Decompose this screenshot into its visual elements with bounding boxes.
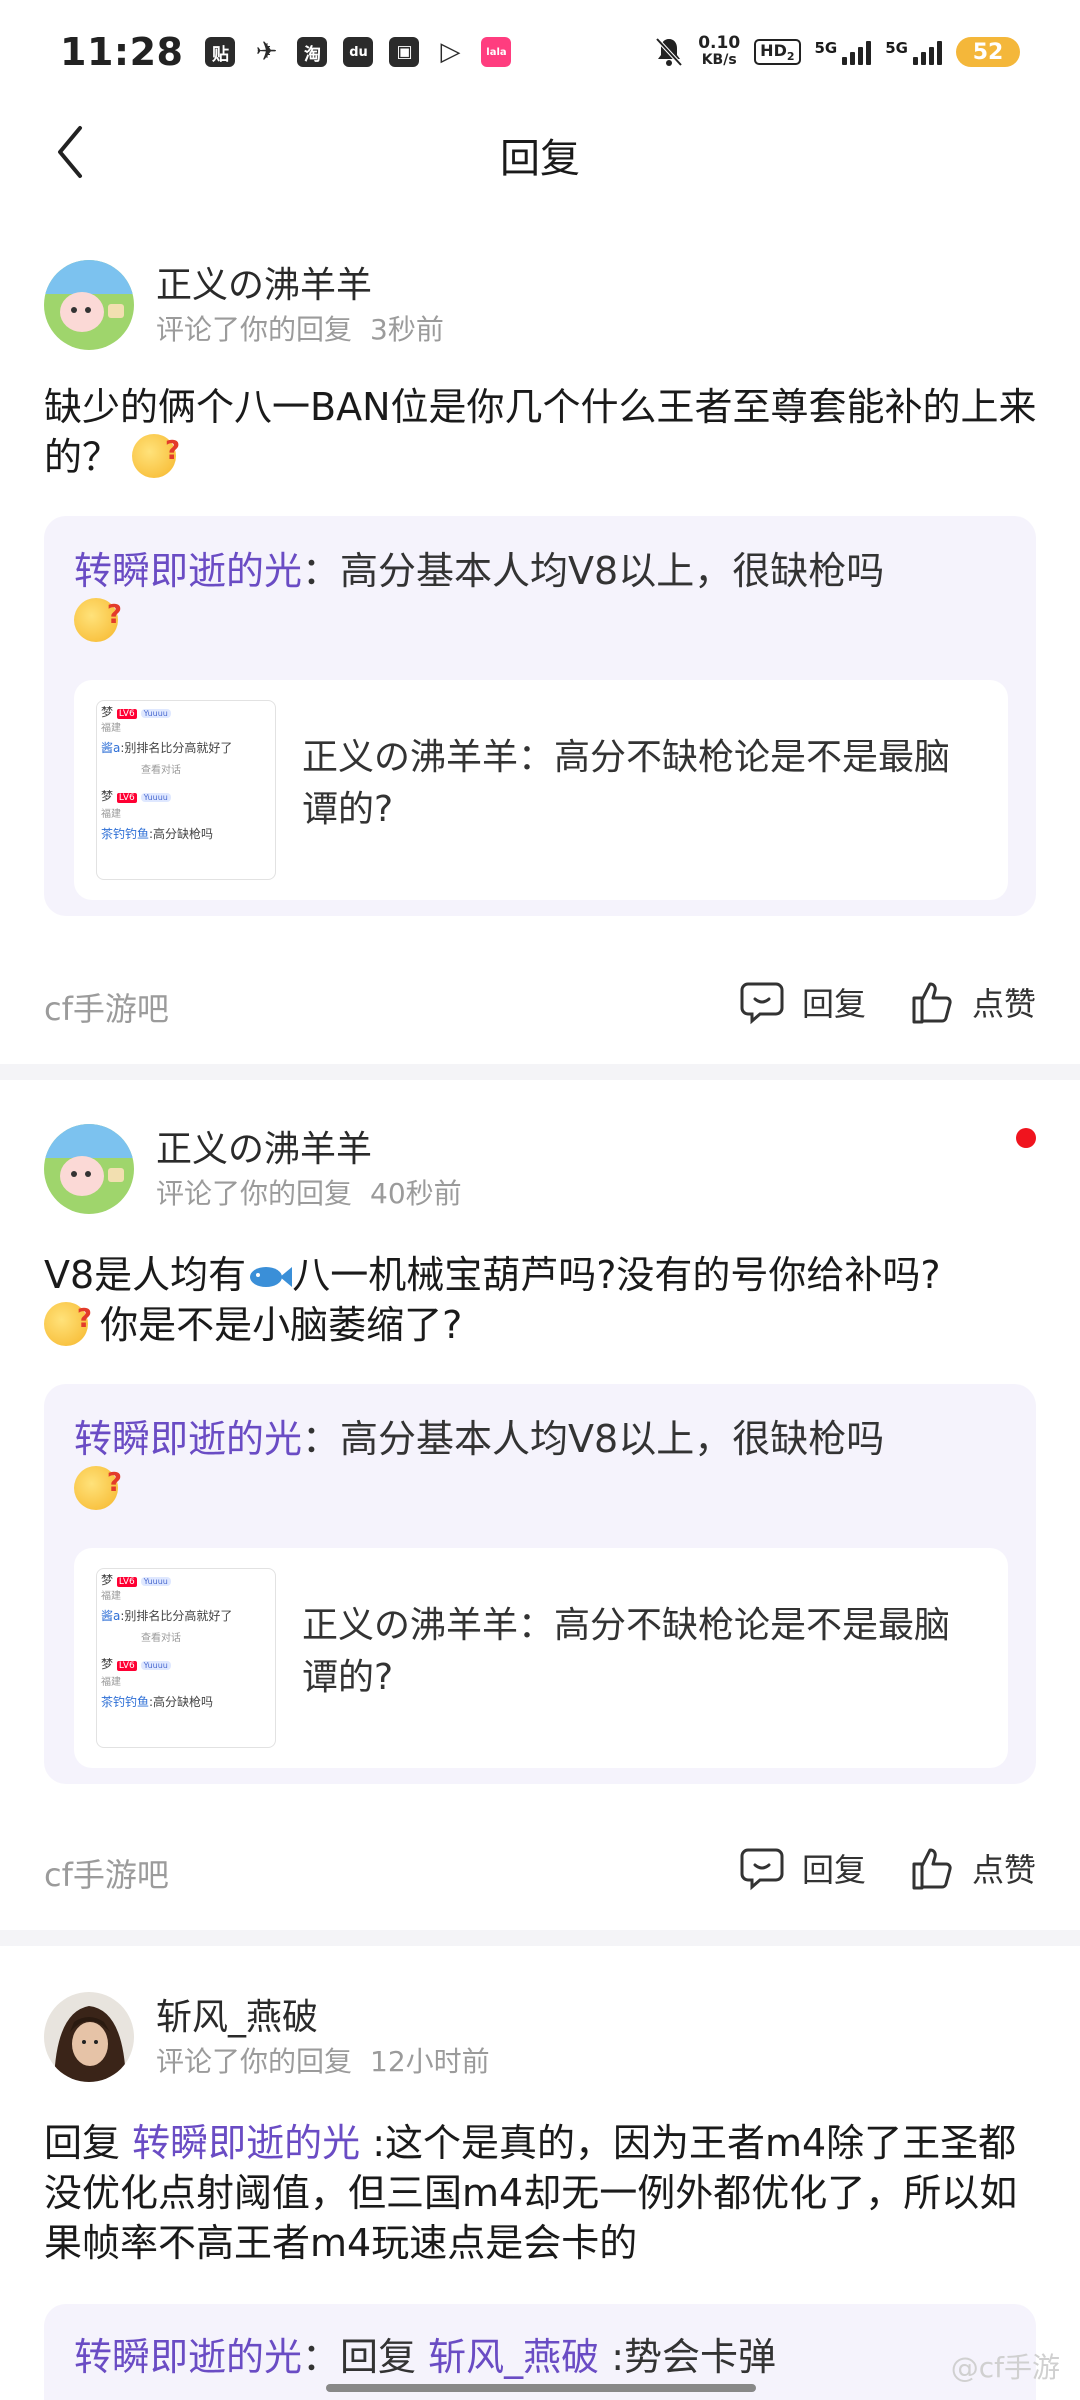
reply-body[interactable]: 回复 转瞬即逝的光 :这个是真的，因为王者m4除了王圣都没优化点射阈值，但三国m… bbox=[44, 2118, 1040, 2268]
quoted-comment[interactable]: 转瞬即逝的光：高分基本人均V8以上，很缺枪吗 梦 LV6 Yuuuu 福建 酱a… bbox=[44, 1384, 1036, 1784]
reply-footer: cf手游吧 回复 点赞 bbox=[44, 974, 1036, 1034]
fish-emoji-icon bbox=[250, 1267, 293, 1287]
reply-meta: 评论了你的回复 40秒前 bbox=[156, 1177, 462, 1210]
taobao-icon: 淘 bbox=[297, 37, 328, 67]
page: 11:28 贴 ✈ 淘 du ▣ ▷ lala 0.10 KB/s HD2 5G bbox=[0, 0, 1080, 2400]
signal-icon: 5G bbox=[885, 39, 942, 65]
avatar[interactable] bbox=[44, 260, 134, 350]
thinking-emoji-icon bbox=[74, 1458, 122, 1510]
quote-text: 转瞬即逝的光：高分基本人均V8以上，很缺枪吗 bbox=[74, 546, 1006, 646]
status-bar: 11:28 贴 ✈ 淘 du ▣ ▷ lala 0.10 KB/s HD2 5G bbox=[0, 0, 1080, 104]
thinking-emoji-icon bbox=[74, 590, 122, 642]
post-thumbnail: 梦 LV6 Yuuuu 福建 酱a:别排名比分高就好了 查看对话 梦 LV6 Y… bbox=[96, 1568, 276, 1748]
reply-card[interactable]: 正义の沸羊羊 评论了你的回复 3秒前 缺少的俩个八一BAN位是你几个什么王者至尊套… bbox=[0, 230, 1080, 1064]
reply-footer: cf手游吧 回复 点赞 bbox=[44, 1840, 1036, 1900]
character-avatar-image bbox=[44, 1992, 134, 2082]
username[interactable]: 正义の沸羊羊 bbox=[156, 256, 372, 308]
page-title: 回复 bbox=[500, 136, 580, 182]
hd-icon: HD2 bbox=[754, 38, 801, 66]
like-button[interactable]: 点赞 bbox=[908, 1844, 1036, 1892]
reply-body[interactable]: V8是人均有八一机械宝葫芦吗?没有的号你给补吗? 你是不是小脑萎缩了? bbox=[44, 1250, 1040, 1350]
watermark: @cf手游 bbox=[950, 2351, 1060, 2384]
original-post-text: 正义の沸羊羊：高分不缺枪论是不是最脑谭的? bbox=[302, 737, 951, 830]
notification-icons: 贴 ✈ 淘 du ▣ ▷ lala bbox=[205, 37, 512, 67]
thinking-emoji-icon bbox=[44, 1294, 92, 1346]
thumbs-up-icon bbox=[912, 982, 952, 1024]
divider bbox=[0, 1064, 1080, 1080]
home-indicator[interactable] bbox=[326, 2384, 756, 2392]
quote-text: 转瞬即逝的光：高分基本人均V8以上，很缺枪吗 bbox=[74, 1414, 1006, 1514]
forum-name[interactable]: cf手游吧 bbox=[44, 1850, 169, 1896]
original-post[interactable]: 梦 LV6 Yuuuu 福建 酱a:别排名比分高就好了 查看对话 梦 LV6 Y… bbox=[74, 680, 1008, 900]
reply-body[interactable]: 缺少的俩个八一BAN位是你几个什么王者至尊套能补的上来的？ bbox=[44, 382, 1040, 482]
clock: 11:28 bbox=[60, 30, 184, 74]
mention-link[interactable]: 转瞬即逝的光 bbox=[132, 2121, 360, 2165]
tieba-icon: 贴 bbox=[205, 37, 236, 67]
dewu-icon: du bbox=[343, 37, 374, 67]
username[interactable]: 斩风_燕破 bbox=[156, 1988, 318, 2040]
comment-icon bbox=[740, 1848, 784, 1891]
reply-button[interactable]: 回复 bbox=[738, 978, 866, 1026]
thumbs-up-icon bbox=[912, 1848, 952, 1890]
reply-card[interactable]: 斩风_燕破 评论了你的回复 12小时前 回复 转瞬即逝的光 :这个是真的，因为王者… bbox=[0, 1962, 1080, 2400]
avatar[interactable] bbox=[44, 1124, 134, 1214]
plane-icon: ✈ bbox=[255, 37, 278, 67]
reply-card[interactable]: 正义の沸羊羊 评论了你的回复 40秒前 V8是人均有 八一机械宝葫芦吗?没有的号你给… bbox=[0, 1094, 1080, 1930]
quote-text: 转瞬即逝的光：回复 斩风_燕破 :势会卡弹 bbox=[74, 2335, 777, 2379]
thinking-emoji-icon bbox=[132, 426, 180, 478]
mute-bell-icon bbox=[655, 37, 683, 67]
divider bbox=[0, 1930, 1080, 1946]
signal-icon: 5G bbox=[815, 39, 872, 65]
reply-meta: 评论了你的回复 12小时前 bbox=[156, 2045, 490, 2078]
net-speed: 0.10 KB/s bbox=[698, 33, 741, 69]
username[interactable]: 正义の沸羊羊 bbox=[156, 1120, 372, 1172]
quoted-comment[interactable]: 转瞬即逝的光：高分基本人均V8以上，很缺枪吗 梦 LV6 Yuuuu 福建 酱a… bbox=[44, 516, 1036, 916]
play-icon: ▷ bbox=[440, 37, 461, 67]
comment-icon bbox=[740, 982, 784, 1025]
post-thumbnail: 梦 LV6 Yuuuu 福建 酱a:别排名比分高就好了 查看对话 梦 LV6 Y… bbox=[96, 700, 276, 880]
system-icons: 0.10 KB/s HD2 5G 5G 52 bbox=[654, 35, 1020, 69]
avatar[interactable] bbox=[44, 1992, 134, 2082]
unread-dot bbox=[1016, 1128, 1036, 1148]
original-post-text: 正义の沸羊羊：高分不缺枪论是不是最脑谭的? bbox=[302, 1605, 951, 1698]
original-post[interactable]: 梦 LV6 Yuuuu 福建 酱a:别排名比分高就好了 查看对话 梦 LV6 Y… bbox=[74, 1548, 1008, 1768]
sheep-avatar-image bbox=[44, 1124, 134, 1214]
forum-name[interactable]: cf手游吧 bbox=[44, 984, 169, 1030]
battery-icon: 52 bbox=[956, 37, 1020, 67]
reply-button[interactable]: 回复 bbox=[738, 1844, 866, 1892]
box-icon: ▣ bbox=[389, 37, 420, 67]
like-button[interactable]: 点赞 bbox=[908, 978, 1036, 1026]
sheep-avatar-image bbox=[44, 260, 134, 350]
reply-meta: 评论了你的回复 3秒前 bbox=[156, 313, 444, 346]
nav-bar: 回复 bbox=[0, 104, 1080, 200]
lala-icon: lala bbox=[481, 37, 512, 67]
